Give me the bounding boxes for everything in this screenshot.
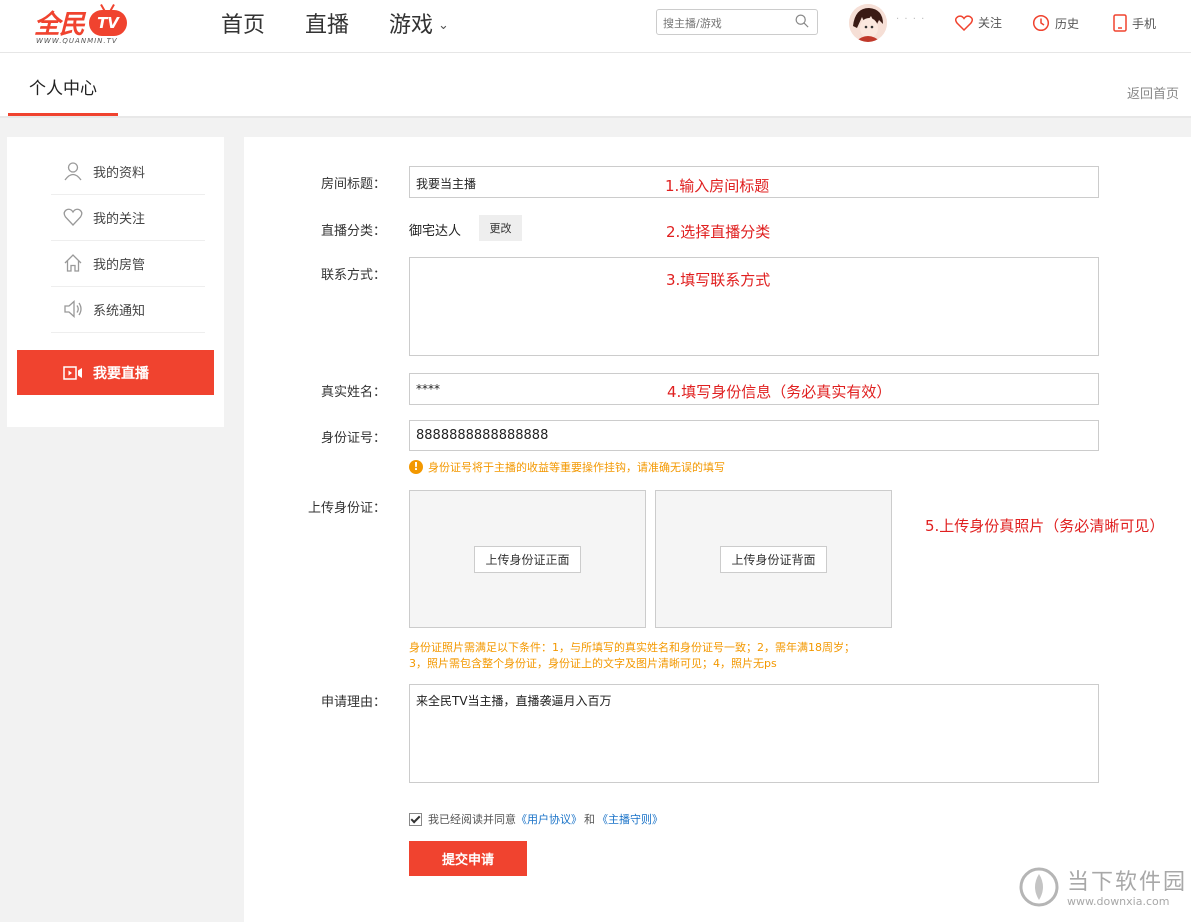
search-box [656,9,818,35]
history-label: 历史 [1055,16,1080,31]
watermark-logo-icon [1019,867,1059,907]
photo-requirements-line-2: 3，照片需包含整个身份证，身份证上的文字及图片清晰可见；4，照片无ps [409,657,777,670]
home-icon [64,254,82,272]
main-nav: 首页 直播 游戏 ⌄ [221,10,489,42]
sidebar-item-profile[interactable]: 我的资料 [51,148,205,195]
reason-textarea[interactable]: 来全民TV当主播，直播袭逼月入百万 [409,684,1099,783]
id-number-input[interactable]: 8888888888888888 [409,420,1099,451]
annotation-step-3: 3.填写联系方式 [666,271,771,289]
id-warning: ! 身份证号将于主播的收益等重要操作挂钩，请准确无误的填写 [409,459,725,475]
category-label: 直播分类： [320,224,386,239]
watermark-text: 当下软件园 [1067,870,1188,895]
reason-value: 来全民TV当主播，直播袭逼月入百万 [416,694,612,708]
site-logo[interactable]: 全民 TV WWW.QUANMIN.TV [34,4,134,48]
sidebar-item-notifications[interactable]: 系统通知 [51,286,205,333]
top-navbar: 全民 TV WWW.QUANMIN.TV 首页 直播 游戏 ⌄ · · · · 关… [0,0,1191,53]
id-front-upload-area[interactable]: 上传身份证正面 [409,490,646,628]
mobile-label: 手机 [1132,16,1157,31]
agree-checkbox[interactable] [409,812,422,826]
upload-id-back-button[interactable]: 上传身份证背面 [720,546,827,573]
real-name-value: **** [416,382,440,396]
heart-icon [63,208,83,226]
logo-text: 全民 [34,10,85,40]
category-value: 御宅达人 [409,224,462,239]
id-back-upload-area[interactable]: 上传身份证背面 [655,490,892,628]
sub-header: 个人中心 返回首页 [0,53,1191,118]
follow-label: 关注 [978,16,1003,30]
sidebar: 我的资料 我的关注 我的房管 系统通知 我要直播 [7,137,224,427]
id-number-label: 身份证号： [320,431,386,446]
user-icon [64,162,82,181]
id-warning-text: 身份证号将于主播的收益等重要操作挂钩，请准确无误的填写 [428,461,725,474]
user-agreement-link[interactable]: 《用户协议》 [516,811,582,827]
history-link[interactable]: 历史 [1032,14,1079,32]
username[interactable]: · · · · [896,14,925,25]
mobile-link[interactable]: 手机 [1113,14,1156,32]
sidebar-item-go-live[interactable]: 我要直播 [17,350,214,395]
reason-label: 申请理由： [320,695,386,710]
heart-icon [955,14,973,31]
sidebar-item-label: 我的资料 [93,165,146,181]
nav-live[interactable]: 直播 [305,10,349,42]
watermark-url: www.downxia.com [1067,895,1170,908]
warning-icon: ! [409,460,423,474]
submit-application-button[interactable]: 提交申请 [409,841,527,876]
sidebar-item-room-admins[interactable]: 我的房管 [51,240,205,287]
logo-tv-badge: TV [89,10,127,36]
sidebar-item-follows[interactable]: 我的关注 [51,194,205,241]
agree-and: 和 [584,813,595,826]
annotation-step-1: 1.输入房间标题 [665,177,770,195]
camera-icon [63,365,82,380]
phone-icon [1113,14,1127,32]
clock-icon [1032,14,1050,32]
watermark: 当下软件园 www.downxia.com [1018,864,1188,922]
avatar[interactable] [849,4,887,42]
chevron-down-icon: ⌄ [438,18,449,33]
annotation-step-5: 5.上传身份真照片（务必清晰可见） [925,517,1165,535]
follow-link[interactable]: 关注 [955,14,1002,31]
sidebar-item-label: 我的关注 [93,211,146,227]
room-title-label: 房间标题： [320,177,386,192]
room-title-value: 我要当主播 [416,177,477,191]
sidebar-item-label: 系统通知 [93,303,146,319]
change-category-button[interactable]: 更改 [479,215,522,241]
streamer-rules-link[interactable]: 《主播守则》 [597,811,663,827]
back-home-link[interactable]: 返回首页 [1127,83,1179,102]
nav-games[interactable]: 游戏 ⌄ [389,10,449,42]
logo-url: WWW.QUANMIN.TV [36,37,118,45]
agreement: 我已经阅读并同意 《用户协议》 和 《主播守则》 [409,811,663,827]
annotation-step-2: 2.选择直播分类 [666,223,771,241]
upload-id-label: 上传身份证： [307,501,386,516]
go-live-form: 房间标题： 我要当主播 1.输入房间标题 直播分类： 御宅达人 更改 2.选择直… [244,137,1191,922]
page-title[interactable]: 个人中心 [8,53,118,116]
agree-text: 我已经阅读并同意 [428,813,516,826]
nav-games-label: 游戏 [389,13,434,38]
avatar-image [849,4,887,42]
real-name-label: 真实姓名： [320,385,386,400]
annotation-step-4: 4.填写身份信息（务必真实有效） [667,383,892,401]
speaker-icon [64,300,82,318]
photo-requirements-line-1: 身份证照片需满足以下条件：1，与所填写的真实姓名和身份证号一致；2，需年满18周… [409,641,855,654]
search-icon[interactable] [795,14,809,28]
photo-requirements: 身份证照片需满足以下条件：1，与所填写的真实姓名和身份证号一致；2，需年满18周… [409,640,1009,672]
search-input[interactable] [661,12,793,34]
upload-id-front-button[interactable]: 上传身份证正面 [474,546,581,573]
sidebar-item-label: 我的房管 [93,257,146,273]
nav-home[interactable]: 首页 [221,10,265,42]
sidebar-item-label: 我要直播 [93,365,149,382]
contact-label: 联系方式： [320,268,386,283]
id-number-value: 8888888888888888 [416,428,549,443]
